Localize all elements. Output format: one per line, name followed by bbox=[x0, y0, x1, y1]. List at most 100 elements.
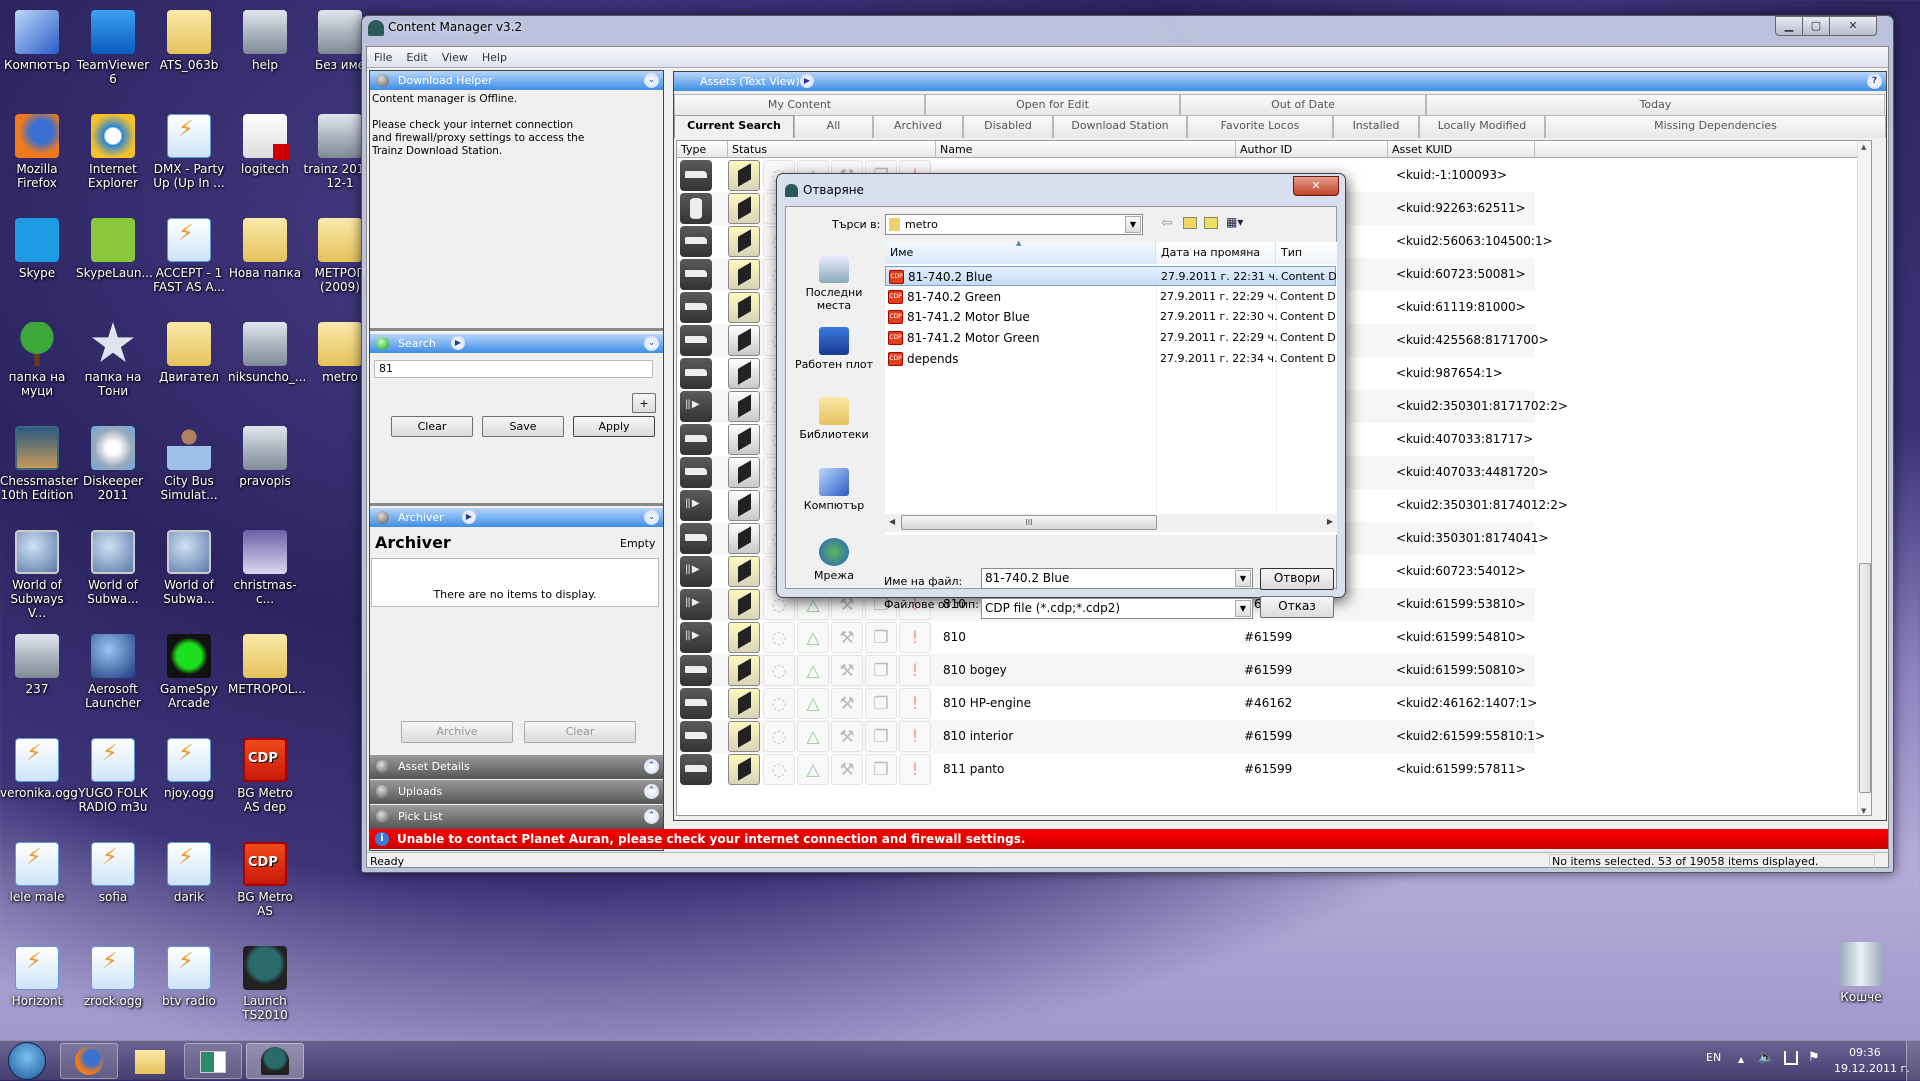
search-input[interactable]: 81 bbox=[374, 360, 653, 378]
desktop-icon[interactable]: njoy.ogg bbox=[152, 738, 226, 800]
tab-open-for-edit[interactable]: Open for Edit bbox=[925, 94, 1180, 115]
file-row[interactable]: CDP 81-741.2 Motor Green 27.9.2011 г. 22:2… bbox=[885, 328, 1336, 348]
help-icon[interactable]: ? bbox=[1867, 74, 1882, 89]
up-folder-icon[interactable] bbox=[1183, 217, 1197, 229]
desktop-icon[interactable]: zrock.ogg bbox=[76, 946, 150, 1008]
asset-details-header[interactable]: Asset Details ⌃ bbox=[370, 755, 663, 779]
start-button[interactable] bbox=[8, 1042, 46, 1080]
volume-icon[interactable]: 🔈 bbox=[1758, 1050, 1774, 1065]
tab-disabled[interactable]: Disabled bbox=[963, 115, 1053, 138]
table-row[interactable]: ◌ △ ⚒ ❐! 811 panto #61599 <kuid:61599:57811> bbox=[677, 753, 1535, 786]
download-helper-header[interactable]: Download Helper ⌄ bbox=[370, 71, 663, 90]
minimize-button[interactable]: ▁ bbox=[1775, 16, 1803, 36]
desktop-icon[interactable]: Компютър bbox=[0, 10, 74, 72]
desktop-icon[interactable]: 237 bbox=[0, 634, 74, 696]
scrollbar-thumb[interactable]: III bbox=[901, 515, 1157, 530]
desktop-icon[interactable]: ACCEPT - 1 FAST AS A... bbox=[152, 218, 226, 294]
desktop-icon[interactable]: World of Subwa... bbox=[76, 530, 150, 606]
taskbar-explorer[interactable] bbox=[121, 1043, 179, 1079]
clock-date[interactable]: 19.12.2011 г. bbox=[1834, 1062, 1910, 1075]
desktop-icon-recycle-bin[interactable]: Кошче bbox=[1824, 942, 1898, 1004]
scrollbar-thumb[interactable] bbox=[1859, 563, 1871, 793]
desktop-icon[interactable]: logitech bbox=[228, 114, 302, 176]
language-indicator[interactable]: EN bbox=[1706, 1051, 1721, 1064]
desktop-icon[interactable]: Skype bbox=[0, 218, 74, 280]
file-row[interactable]: CDP 81-741.2 Motor Blue 27.9.2011 г. 22:30… bbox=[885, 307, 1336, 327]
desktop-icon[interactable]: Mozilla Firefox bbox=[0, 114, 74, 190]
collapse-chevron-icon[interactable]: ⌄ bbox=[644, 510, 659, 525]
maximize-button[interactable]: ▢ bbox=[1802, 16, 1830, 36]
expand-arrow-icon[interactable]: ▶ bbox=[800, 74, 814, 88]
show-hidden-icons[interactable]: ▲ bbox=[1738, 1055, 1744, 1064]
expand-arrow-icon[interactable]: ▶ bbox=[462, 510, 476, 524]
column-type[interactable]: Type bbox=[677, 141, 728, 158]
file-row[interactable]: CDP 81-740.2 Blue 27.9.2011 г. 22:31 ч. Con… bbox=[885, 266, 1336, 286]
desktop-icon[interactable]: sofia bbox=[76, 842, 150, 904]
desktop-icon[interactable]: BG Metro AS bbox=[228, 842, 302, 918]
desktop-icon[interactable]: christmas-c... bbox=[228, 530, 302, 606]
search-header[interactable]: Search ▶ ⌄ bbox=[370, 334, 663, 353]
new-folder-icon[interactable] bbox=[1204, 217, 1218, 229]
open-button[interactable]: Отвори bbox=[1260, 568, 1334, 590]
taskbar-window[interactable] bbox=[184, 1043, 242, 1079]
desktop-icon[interactable]: veronika.ogg bbox=[0, 738, 78, 800]
desktop-icon[interactable]: pravopis bbox=[228, 426, 302, 488]
desktop-icon[interactable]: Launch TS2010 bbox=[228, 946, 302, 1022]
desktop-icon[interactable]: TeamViewer 6 bbox=[76, 10, 150, 86]
column-date[interactable]: Дата на промяна bbox=[1156, 242, 1276, 264]
column-name[interactable]: Name bbox=[936, 141, 1236, 158]
expand-chevron-icon[interactable]: ⌃ bbox=[644, 809, 659, 824]
archiver-clear-button[interactable]: Clear bbox=[524, 721, 636, 743]
tab-missing-dependencies[interactable]: Missing Dependencies bbox=[1545, 115, 1886, 138]
archiver-header[interactable]: Archiver ▶ ⌄ bbox=[370, 508, 663, 527]
place-recent[interactable]: Последни места bbox=[790, 255, 878, 312]
view-menu-icon[interactable]: ▦▾ bbox=[1226, 215, 1243, 229]
desktop-icon[interactable]: GameSpy Arcade bbox=[152, 634, 226, 710]
menu-file[interactable]: File bbox=[367, 47, 399, 64]
filetype-combo[interactable]: CDP file (*.cdp;*.cdp2) ▼ bbox=[981, 598, 1253, 619]
tab-installed[interactable]: Installed bbox=[1333, 115, 1419, 138]
show-desktop-button[interactable] bbox=[1906, 1041, 1920, 1081]
desktop-icon[interactable]: Aerosoft Launcher bbox=[76, 634, 150, 710]
taskbar-firefox[interactable] bbox=[60, 1043, 118, 1079]
desktop-icon[interactable]: btv radio bbox=[152, 946, 226, 1008]
filename-combo[interactable]: 81-740.2 Blue ▼ bbox=[981, 568, 1253, 589]
dropdown-arrow-icon[interactable]: ▼ bbox=[1235, 600, 1251, 617]
desktop-icon[interactable]: lele male bbox=[0, 842, 74, 904]
clock-time[interactable]: 09:36 bbox=[1849, 1046, 1881, 1059]
action-center-flag-icon[interactable]: ⚑ bbox=[1808, 1050, 1820, 1065]
desktop-icon[interactable]: SkypeLaun... bbox=[76, 218, 153, 280]
tab-current-search[interactable]: Current Search bbox=[674, 115, 794, 138]
desktop-icon[interactable]: help bbox=[228, 10, 302, 72]
menu-view[interactable]: View bbox=[435, 47, 475, 64]
desktop-icon[interactable]: ATS_063b bbox=[152, 10, 226, 72]
desktop-icon[interactable]: Internet Explorer bbox=[76, 114, 150, 190]
taskbar-content-manager[interactable] bbox=[246, 1043, 304, 1079]
table-row[interactable]: ◌ △ ⚒ ❐! 810 interior #61599 <kuid2:61599:5581… bbox=[677, 720, 1545, 753]
desktop-icon[interactable]: Chessmaster 10th Edition bbox=[0, 426, 78, 502]
tab-out-of-date[interactable]: Out of Date bbox=[1180, 94, 1426, 115]
desktop-icon[interactable]: METROPOL... bbox=[228, 634, 306, 696]
menu-help[interactable]: Help bbox=[475, 47, 514, 64]
dropdown-arrow-icon[interactable]: ▼ bbox=[1125, 216, 1141, 233]
back-icon[interactable]: ⇦ bbox=[1161, 215, 1173, 231]
cancel-button[interactable]: Отказ bbox=[1260, 596, 1334, 618]
tab-download-station[interactable]: Download Station bbox=[1053, 115, 1187, 138]
desktop-icon[interactable]: BG Metro AS dep bbox=[228, 738, 302, 814]
network-icon[interactable] bbox=[1784, 1051, 1798, 1065]
desktop-icon[interactable]: Двигател bbox=[152, 322, 226, 384]
column-name[interactable]: Име ▲ bbox=[885, 239, 1156, 264]
tab-all[interactable]: All bbox=[794, 115, 873, 138]
file-row[interactable]: CDP 81-740.2 Green 27.9.2011 г. 22:29 ч. Co… bbox=[885, 287, 1336, 307]
desktop-icon[interactable]: папка на Тони bbox=[76, 322, 150, 398]
search-save-button[interactable]: Save bbox=[482, 416, 564, 437]
table-row[interactable]: ◌ △ ⚒ ❐! 810 HP-engine #46162 <kuid2:46162:140… bbox=[677, 687, 1537, 720]
vertical-scrollbar[interactable]: ▲ ▼ bbox=[1857, 141, 1871, 815]
desktop-icon[interactable]: YUGO FOLK RADIO m3u bbox=[76, 738, 150, 814]
collapse-chevron-icon[interactable]: ⌄ bbox=[644, 336, 659, 351]
dropdown-arrow-icon[interactable]: ▼ bbox=[1235, 570, 1251, 587]
close-button[interactable]: ✕ bbox=[1829, 16, 1877, 36]
tab-archived[interactable]: Archived bbox=[873, 115, 963, 138]
menu-edit[interactable]: Edit bbox=[399, 47, 434, 64]
place-computer[interactable]: Компютър bbox=[790, 468, 878, 512]
